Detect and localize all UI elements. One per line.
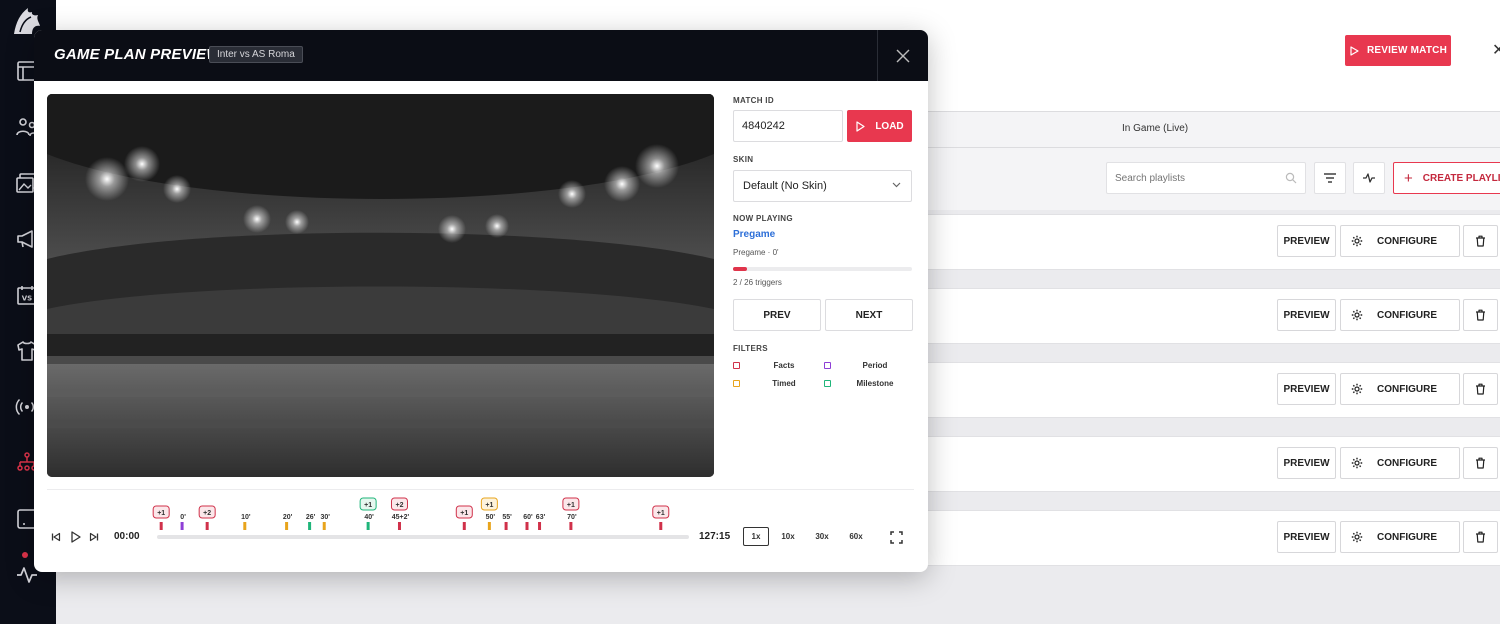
timeline-marker[interactable]: [397, 522, 401, 530]
trash-icon: [1476, 531, 1485, 543]
configure-button[interactable]: CONFIGURE: [1340, 299, 1460, 331]
timeline-marker-label: 10': [241, 514, 251, 521]
pulse-icon: [1363, 173, 1375, 183]
svg-text:VS: VS: [22, 295, 32, 303]
total-time: 127:15: [699, 531, 731, 542]
timeline-marker[interactable]: [205, 522, 209, 530]
timeline-marker[interactable]: [462, 522, 466, 530]
timeline-marker[interactable]: [538, 522, 542, 530]
timeline-badge: +1: [480, 497, 498, 511]
preview-button[interactable]: PREVIEW: [1277, 521, 1336, 553]
speed-1x-button[interactable]: 1x: [743, 527, 769, 546]
configure-button[interactable]: CONFIGURE: [1340, 225, 1460, 257]
gear-icon: [1351, 235, 1363, 247]
timeline-badge: +1: [359, 497, 377, 511]
filter-button[interactable]: [1314, 162, 1346, 194]
gear-icon: [1351, 309, 1363, 321]
trash-icon: [1476, 235, 1485, 247]
search-input[interactable]: [1107, 163, 1267, 193]
timeline-marker-label: 60': [523, 514, 533, 521]
timeline-marker-label: 40': [364, 514, 374, 521]
timeline-marker-label: 26': [306, 514, 316, 521]
speed-30x-button[interactable]: 30x: [809, 527, 835, 546]
timeline-marker-label: 55': [502, 514, 512, 521]
play-icon: [1350, 45, 1359, 56]
review-match-button[interactable]: REVIEW MATCH: [1345, 35, 1451, 66]
timeline-marker[interactable]: [322, 522, 326, 530]
delete-button[interactable]: [1463, 373, 1498, 405]
timeline-marker[interactable]: [504, 522, 508, 530]
trash-icon: [1476, 457, 1485, 469]
tab-in-game-live[interactable]: In Game (Live): [1122, 123, 1188, 134]
timeline-badge: +2: [198, 505, 216, 519]
gear-icon: [1351, 531, 1363, 543]
search-box: [1106, 162, 1306, 194]
timeline-marker[interactable]: [659, 522, 663, 530]
timeline-marker[interactable]: [285, 522, 289, 530]
configure-label: CONFIGURE: [1377, 383, 1437, 395]
speed-10x-button[interactable]: 10x: [775, 527, 801, 546]
configure-label: CONFIGURE: [1377, 309, 1437, 321]
timeline-marker[interactable]: [366, 522, 370, 530]
configure-label: CONFIGURE: [1377, 531, 1437, 543]
delete-button[interactable]: [1463, 299, 1498, 331]
timeline-badge: +1: [562, 497, 580, 511]
timeline-marker-label: 20': [283, 514, 293, 521]
search-icon: [1285, 172, 1297, 184]
create-playlist-label: CREATE PLAYLIST: [1422, 172, 1500, 184]
delete-button[interactable]: [1463, 225, 1498, 257]
timeline-marker[interactable]: [180, 522, 184, 530]
timeline-marker[interactable]: [487, 522, 491, 530]
close-icon[interactable]: ✕: [1492, 40, 1500, 60]
plus-icon: +: [1404, 169, 1413, 187]
preview-button[interactable]: PREVIEW: [1277, 373, 1336, 405]
preview-button[interactable]: PREVIEW: [1277, 447, 1336, 479]
timeline-badge-text: +1: [657, 510, 665, 517]
configure-button[interactable]: CONFIGURE: [1340, 521, 1460, 553]
timeline-marker[interactable]: [243, 522, 247, 530]
configure-label: CONFIGURE: [1377, 457, 1437, 469]
timeline-marker-label: 63': [536, 514, 546, 521]
review-match-label: REVIEW MATCH: [1367, 45, 1447, 56]
delete-button[interactable]: [1463, 447, 1498, 479]
filter-icon: [1324, 173, 1336, 183]
timeline-badge: +1: [455, 505, 473, 519]
delete-button[interactable]: [1463, 521, 1498, 553]
configure-button[interactable]: CONFIGURE: [1340, 447, 1460, 479]
timeline-marker-label: 0': [180, 514, 186, 521]
timeline-marker-label: 50': [486, 514, 496, 521]
timeline-badge-text: +1: [460, 510, 468, 517]
timeline-badge-text: +1: [157, 510, 165, 517]
timeline-badge: +1: [652, 505, 670, 519]
configure-label: CONFIGURE: [1377, 235, 1437, 247]
gear-icon: [1351, 383, 1363, 395]
timeline-badge: +2: [390, 497, 408, 511]
timeline-marker[interactable]: [308, 522, 312, 530]
timeline-marker-label: 70': [567, 514, 577, 521]
timeline-marker[interactable]: [525, 522, 529, 530]
timeline-badge-text: +1: [485, 502, 493, 509]
timeline-marker-label: 45+2': [392, 514, 410, 521]
preview-button[interactable]: PREVIEW: [1277, 299, 1336, 331]
timeline-badge-text: +1: [364, 502, 372, 509]
trash-icon: [1476, 309, 1485, 321]
trash-icon: [1476, 383, 1485, 395]
timeline-badge: +1: [152, 505, 170, 519]
timeline-marker[interactable]: [159, 522, 163, 530]
timeline-badge-text: +1: [567, 502, 575, 509]
notification-dot: [22, 552, 28, 558]
timeline-marker-label: 30': [321, 514, 331, 521]
create-playlist-button[interactable]: + CREATE PLAYLIST: [1393, 162, 1500, 194]
fullscreen-icon[interactable]: [889, 530, 903, 544]
game-plan-preview-modal: GAME PLAN PREVIEW Inter vs AS Roma MATCH…: [34, 30, 928, 572]
timeline-marker[interactable]: [569, 522, 573, 530]
timeline-badge-text: +2: [203, 510, 211, 517]
timeline-markers: +1 0' +2 10' 20' 26' 30' 40' +1 45+2' +2 +1 50' +1 55'…: [152, 497, 670, 530]
configure-button[interactable]: CONFIGURE: [1340, 373, 1460, 405]
activity-button[interactable]: [1353, 162, 1385, 194]
speed-60x-button[interactable]: 60x: [843, 527, 869, 546]
timeline-badge-text: +2: [395, 502, 403, 509]
preview-button[interactable]: PREVIEW: [1277, 225, 1336, 257]
gear-icon: [1351, 457, 1363, 469]
